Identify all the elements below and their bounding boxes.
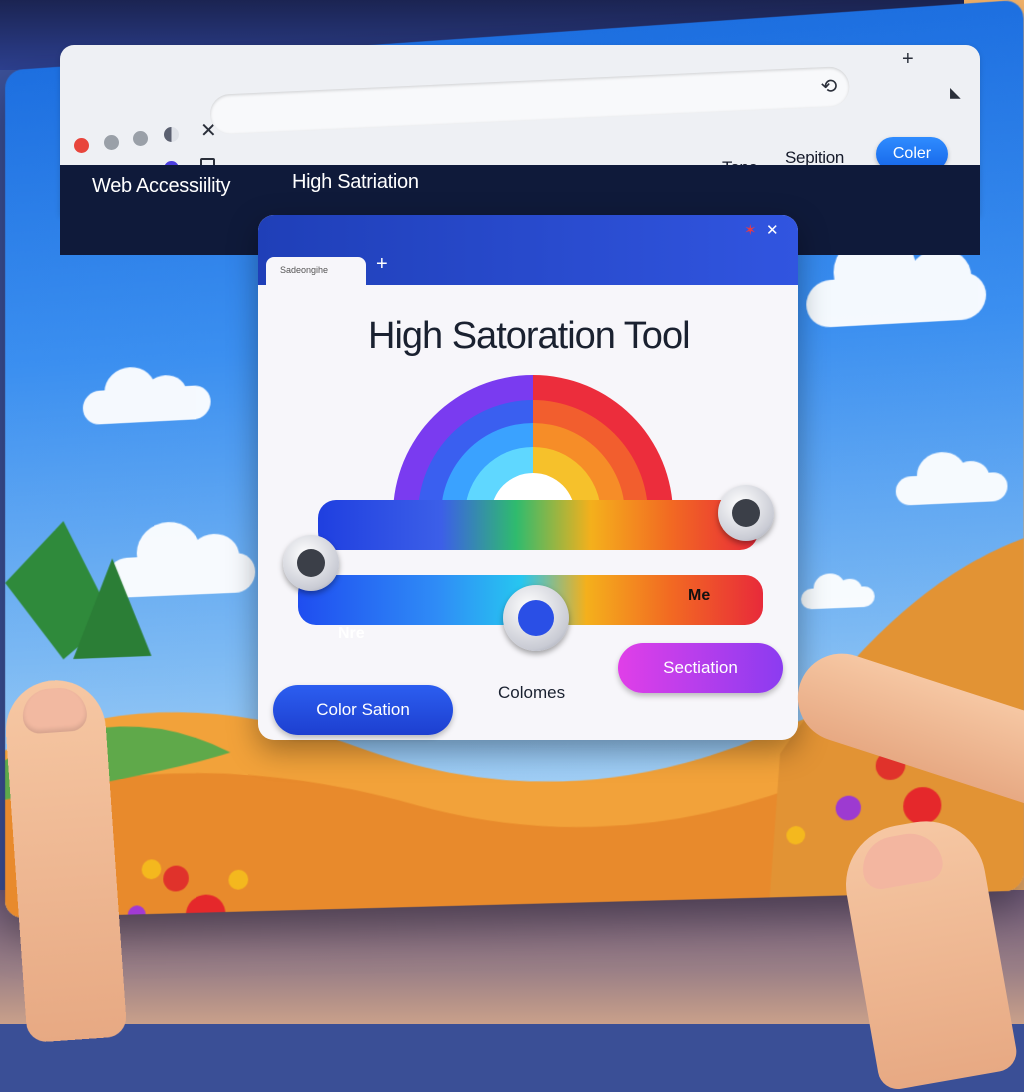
pin-icon[interactable]: ✶ (744, 221, 757, 239)
new-tab-plus-icon[interactable]: + (902, 49, 914, 69)
fingernail (21, 686, 88, 735)
dialog-close-icon[interactable]: ✕ (766, 221, 779, 239)
slider-handle-center[interactable] (503, 585, 569, 651)
color-sation-button[interactable]: Color Sation (273, 685, 453, 735)
nav-web-accessibility[interactable]: Web Accessiility (92, 175, 231, 198)
dialog-tab[interactable]: Sadeongihe (266, 257, 366, 295)
high-saturation-dialog: Sadeongihe + ✶ ✕ High Satoration Tool Me… (258, 215, 798, 740)
nav-high-saturation[interactable]: High Satriation (292, 171, 419, 194)
saturation-slider-track[interactable] (318, 500, 758, 550)
slider-label-right: Me (688, 587, 711, 604)
refresh-icon[interactable]: ⟲ (820, 74, 838, 100)
slider-label-left: Nre (338, 625, 365, 642)
dark-mode-toggle-icon[interactable] (164, 127, 179, 142)
add-tab-icon[interactable]: + (376, 253, 388, 276)
colomes-label: Colomes (498, 683, 566, 702)
slider-handle-left[interactable] (283, 535, 339, 591)
sectiation-button[interactable]: Sectiation (618, 643, 783, 693)
extension-icon[interactable]: ◣ (950, 85, 961, 99)
slider-handle-right[interactable] (718, 485, 774, 541)
close-window-button[interactable] (74, 138, 89, 153)
fingernail (857, 828, 946, 892)
dialog-title: High Satoration Tool (368, 315, 691, 357)
minimize-window-button[interactable] (104, 135, 119, 150)
address-bar[interactable]: ⟲ (209, 65, 851, 135)
maximize-window-button[interactable] (133, 131, 148, 146)
